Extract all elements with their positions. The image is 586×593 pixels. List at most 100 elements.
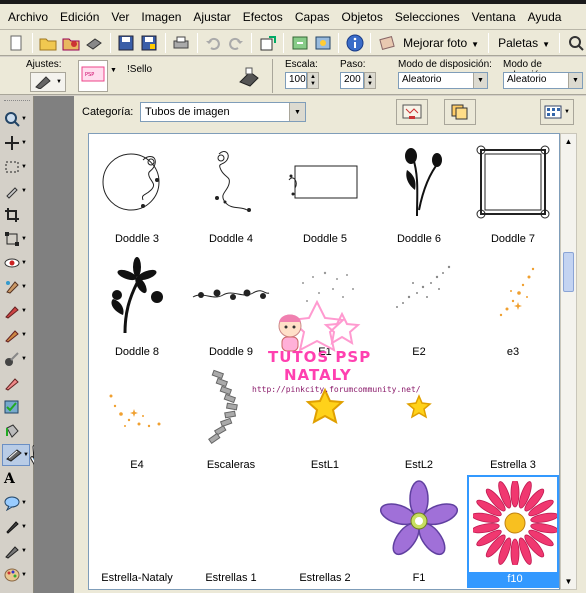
tube-item[interactable]: Estrellas 2	[279, 475, 371, 588]
menu-selecciones[interactable]: Selecciones	[389, 4, 466, 30]
options-separator	[272, 59, 273, 93]
caret-down-icon: ▼	[21, 308, 27, 314]
tool-clone[interactable]: ▼	[2, 276, 30, 298]
step-input[interactable]: 200	[340, 72, 364, 89]
scan-icon[interactable]	[84, 32, 105, 54]
palette-grip[interactable]	[4, 100, 30, 103]
tube-item[interactable]: Doddle 3	[91, 136, 183, 249]
open-folder-icon[interactable]	[38, 32, 59, 54]
info-icon[interactable]	[344, 32, 365, 54]
tool-red-eye[interactable]: ▼	[2, 252, 30, 274]
erase-icon[interactable]	[376, 32, 397, 54]
selection-mode-value: Aleatorio	[507, 74, 547, 85]
menu-efectos[interactable]: Efectos	[237, 4, 289, 30]
spin-down-icon[interactable]: ▼	[310, 81, 316, 88]
tool-selection[interactable]: ▼	[2, 156, 30, 178]
spin-up-icon[interactable]: ▲	[367, 74, 373, 81]
tube-item[interactable]: Doddle 6	[373, 136, 465, 249]
placement-mode-select[interactable]: Aleatorio ▼	[398, 72, 488, 89]
tool-paint-brush[interactable]: ▼	[2, 300, 30, 322]
tool-zoom[interactable]: ▼	[2, 108, 30, 130]
spin-down-icon[interactable]: ▼	[367, 81, 373, 88]
menu-ver[interactable]: Ver	[105, 4, 135, 30]
tube-item[interactable]: E2	[373, 249, 465, 362]
workspace-background	[34, 96, 74, 593]
zoom-icon[interactable]	[565, 32, 586, 54]
copy-resource-button[interactable]	[444, 99, 476, 125]
resize-icon[interactable]	[257, 32, 278, 54]
tube-item[interactable]: E1	[279, 249, 371, 362]
tool-preset-shape[interactable]: ▼	[2, 492, 30, 514]
scrollbar-thumb[interactable]	[563, 252, 574, 292]
print-icon[interactable]	[171, 32, 192, 54]
tube-item[interactable]: Doddle 7	[467, 136, 559, 249]
menu-ayuda[interactable]: Ayuda	[522, 4, 568, 30]
tube-item[interactable]: Doddle 5	[279, 136, 371, 249]
browse-icon[interactable]	[61, 32, 82, 54]
menu-imagen[interactable]: Imagen	[135, 4, 187, 30]
menu-edicion[interactable]: Edición	[54, 4, 105, 30]
tool-dodge[interactable]: ▼	[2, 348, 30, 370]
undo-icon[interactable]	[203, 32, 224, 54]
enhance-photo-label: Mejorar foto	[403, 35, 468, 50]
tube-item[interactable]: F1	[373, 475, 465, 588]
tube-item[interactable]: Escaleras	[185, 362, 277, 475]
tube-preview[interactable]: PSP	[78, 60, 108, 92]
tool-pen[interactable]: ▼	[2, 516, 30, 538]
menu-objetos[interactable]: Objetos	[336, 4, 389, 30]
save-as-icon[interactable]	[139, 32, 160, 54]
step-spinner[interactable]: ▲ ▼	[364, 72, 376, 89]
tube-item[interactable]: Doddle 8	[91, 249, 183, 362]
tool-check[interactable]	[2, 396, 30, 418]
presets-button[interactable]: ▼	[30, 72, 66, 92]
view-options-button[interactable]: ▼	[540, 99, 574, 125]
selection-mode-select[interactable]: Aleatorio ▼	[503, 72, 583, 89]
category-select[interactable]: Tubos de imagen ▼	[140, 102, 306, 122]
palettes-menu[interactable]: Paletas ▼	[494, 36, 554, 50]
tool-smudge[interactable]	[2, 372, 30, 394]
tool-text[interactable]: A	[2, 468, 30, 490]
menu-ajustar[interactable]: Ajustar	[187, 4, 236, 30]
image-browser-icon[interactable]	[312, 32, 333, 54]
tool-deform[interactable]: ▼	[2, 228, 30, 250]
tool-airbrush[interactable]: ▼	[2, 324, 30, 346]
sparkle-trail-icon	[377, 253, 461, 337]
redo-icon[interactable]	[226, 32, 247, 54]
tube-item[interactable]: Doddle 4	[185, 136, 277, 249]
vertical-scrollbar[interactable]: ▲ ▼	[560, 133, 577, 590]
scroll-down-icon[interactable]: ▼	[561, 574, 576, 589]
tube-item[interactable]: Estrellas 1	[185, 475, 277, 588]
menu-ventana[interactable]: Ventana	[466, 4, 522, 30]
refresh-icon[interactable]	[289, 32, 310, 54]
enhance-photo-menu[interactable]: Mejorar foto ▼	[399, 36, 483, 50]
tube-item[interactable]: Estrella-Nataly	[91, 475, 183, 588]
menu-capas[interactable]: Capas	[289, 4, 336, 30]
tube-item[interactable]: E4	[91, 362, 183, 475]
tube-item[interactable]: Estrella 3	[467, 362, 559, 475]
menu-archivo[interactable]: Archivo	[2, 4, 54, 30]
tube-item[interactable]: Doddle 9	[185, 249, 277, 362]
caret-down-icon: ▼	[21, 116, 27, 122]
chevron-down-icon[interactable]: ▼	[473, 73, 487, 88]
tool-fill[interactable]	[2, 420, 30, 442]
scroll-up-icon[interactable]: ▲	[561, 134, 576, 149]
tube-item[interactable]: EstL2	[373, 362, 465, 475]
edit-resource-button[interactable]	[396, 99, 428, 125]
tool-art-brush[interactable]: ▼	[2, 540, 30, 562]
chevron-down-icon[interactable]: ▼	[568, 73, 582, 88]
tool-dropper[interactable]: ▼	[2, 180, 30, 202]
tool-picture-tube[interactable]: ▼	[2, 444, 30, 466]
tool-crop[interactable]	[2, 204, 30, 226]
save-icon[interactable]	[116, 32, 137, 54]
scale-spinner[interactable]: ▲ ▼	[307, 72, 319, 89]
caret-down-icon[interactable]: ▼	[110, 67, 117, 74]
scale-input[interactable]: 100	[285, 72, 307, 89]
tube-item[interactable]: e3	[467, 249, 559, 362]
tool-palette[interactable]: ▼	[2, 564, 30, 586]
spin-up-icon[interactable]: ▲	[310, 74, 316, 81]
chevron-down-icon[interactable]: ▼	[289, 103, 305, 121]
new-file-icon[interactable]	[6, 32, 27, 54]
tube-item-selected[interactable]: f10	[467, 475, 559, 588]
eraser-icon[interactable]	[236, 66, 262, 91]
tool-move[interactable]: ▼	[2, 132, 30, 154]
